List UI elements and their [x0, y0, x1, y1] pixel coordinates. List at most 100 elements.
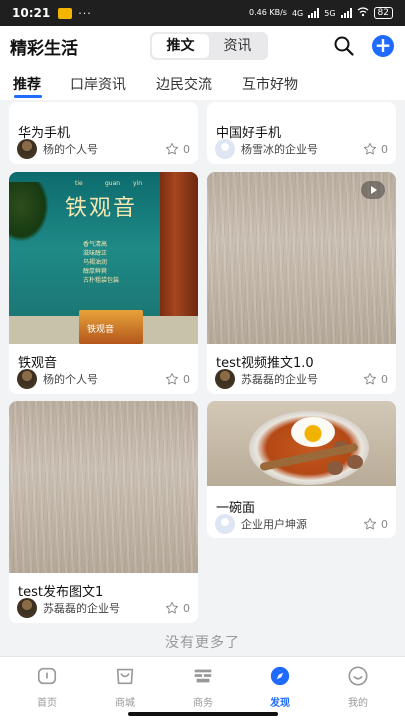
status-time: 10:21 [12, 6, 51, 20]
network-type: 4G [291, 8, 304, 18]
like-count: 0 [381, 372, 388, 386]
post-author: 杨的个人号 [17, 369, 98, 389]
active-tab-indicator [14, 95, 42, 98]
like-count: 0 [183, 601, 190, 615]
author-name: 苏磊磊的企业号 [43, 602, 120, 615]
nav-label: 商城 [115, 698, 135, 709]
like-button[interactable]: 0 [363, 372, 388, 386]
bottom-navigation: 首页 商城 商务 发现 我的 [0, 656, 405, 720]
business-icon [194, 669, 212, 683]
app-header: 精彩生活 推文 资讯 + [0, 26, 405, 66]
post-card[interactable]: 中国好手机 杨雪冰的企业号 0 [207, 102, 396, 164]
star-icon [363, 142, 377, 155]
nav-label: 商务 [193, 698, 213, 709]
search-icon [334, 36, 354, 56]
star-icon [165, 372, 179, 385]
video-play-icon[interactable] [361, 181, 385, 199]
star-icon [363, 372, 377, 385]
cover-line: 乌褐油润 [83, 259, 108, 266]
plus-icon: + [374, 33, 392, 57]
add-post-button[interactable]: + [372, 35, 394, 57]
nav-business[interactable]: 商务 [173, 665, 233, 709]
post-author: 杨的个人号 [17, 139, 98, 159]
tea-leaf-decoration [9, 182, 49, 242]
signal-icon [308, 8, 320, 18]
cover-description: 香气清高 滋味醇正 乌褐油润 醇厚鲜爽 古朴粗袋包装 [83, 240, 119, 285]
avatar [17, 139, 37, 159]
post-author: 苏磊磊的企业号 [17, 598, 120, 618]
search-button[interactable] [333, 35, 355, 57]
avatar [215, 139, 235, 159]
content-type-switch: 推文 资讯 [150, 32, 268, 60]
post-author: 企业用户坤源 [215, 514, 307, 534]
like-button[interactable]: 0 [363, 517, 388, 531]
network-speed: 0.46 KB/s [249, 8, 287, 17]
signal-icon-2 [340, 8, 352, 18]
author-name: 杨的个人号 [43, 373, 98, 386]
post-cover-image [207, 401, 396, 486]
like-button[interactable]: 0 [165, 142, 190, 156]
cover-line: 香气清高 [83, 241, 108, 248]
like-button[interactable]: 0 [165, 601, 190, 615]
system-home-indicator[interactable] [128, 712, 278, 716]
tab-port-news[interactable]: 口岸资讯 [70, 74, 126, 94]
wifi-icon [357, 7, 369, 19]
cover-line: 古朴粗袋包装 [83, 277, 120, 284]
cover-title-text: 铁观音 [65, 196, 138, 221]
tea-box: 铁观音 [79, 310, 143, 344]
post-author: 杨雪冰的企业号 [215, 139, 318, 159]
post-cover-image: tie guan yin 铁观音 香气清高 滋味醇正 乌褐油润 醇厚鲜爽 古朴粗… [9, 172, 198, 344]
like-button[interactable]: 0 [363, 142, 388, 156]
cover-line: 滋味醇正 [83, 250, 108, 257]
signal-label: 5G [324, 8, 336, 18]
notification-icon [58, 7, 73, 19]
meatball [327, 461, 343, 475]
star-icon [165, 142, 179, 155]
nav-shop[interactable]: 商城 [95, 665, 155, 709]
nav-label: 我的 [348, 698, 368, 709]
category-tabs: 推荐 口岸资讯 边民交流 互市好物 [0, 66, 405, 100]
compass-icon [270, 666, 290, 686]
battery-indicator: 82 [373, 7, 393, 19]
avatar [215, 369, 235, 389]
home-icon [37, 667, 57, 685]
nav-label: 发现 [270, 698, 290, 709]
tab-border-exchange[interactable]: 边民交流 [156, 74, 212, 94]
cover-line: 醇厚鲜爽 [83, 268, 108, 275]
profile-icon [348, 666, 368, 686]
like-button[interactable]: 0 [165, 372, 190, 386]
author-name: 杨雪冰的企业号 [241, 143, 318, 156]
segment-news[interactable]: 资讯 [209, 34, 266, 58]
tab-market-goods[interactable]: 互市好物 [242, 74, 298, 94]
post-card[interactable]: test视频推文1.0 苏磊磊的企业号 0 [207, 172, 396, 394]
fried-egg [291, 417, 335, 447]
tea-box-label: 铁观音 [87, 325, 115, 335]
pinyin-yin: yin [133, 180, 143, 187]
post-card[interactable]: tie guan yin 铁观音 香气清高 滋味醇正 乌褐油润 醇厚鲜爽 古朴粗… [9, 172, 198, 394]
segment-tweets[interactable]: 推文 [152, 34, 209, 58]
post-author: 苏磊磊的企业号 [215, 369, 318, 389]
star-icon [165, 601, 179, 614]
nav-profile[interactable]: 我的 [328, 665, 388, 709]
shop-icon [116, 668, 134, 685]
avatar [17, 598, 37, 618]
pinyin-tie: tie [75, 180, 83, 187]
end-of-list-text: 没有更多了 [165, 635, 240, 651]
nav-discover[interactable]: 发现 [250, 665, 310, 709]
nav-home[interactable]: 首页 [17, 665, 77, 709]
star-icon [363, 517, 377, 530]
page-title: 精彩生活 [10, 38, 78, 59]
author-name: 企业用户坤源 [241, 518, 307, 531]
more-notifications-icon: ··· [78, 6, 92, 20]
like-count: 0 [183, 372, 190, 386]
post-card[interactable]: 一碗面 企业用户坤源 0 [207, 401, 396, 538]
author-name: 苏磊磊的企业号 [241, 373, 318, 386]
tab-recommend[interactable]: 推荐 [13, 74, 41, 94]
meatball [347, 455, 363, 469]
status-bar: 10:21 ··· 0.46 KB/s 4G 5G 82 [0, 0, 405, 26]
like-count: 0 [381, 142, 388, 156]
post-card[interactable]: test发布图文1 苏磊磊的企业号 0 [9, 401, 198, 623]
avatar [17, 369, 37, 389]
post-card[interactable]: 华为手机 杨的个人号 0 [9, 102, 198, 164]
post-cover-image [9, 401, 198, 573]
